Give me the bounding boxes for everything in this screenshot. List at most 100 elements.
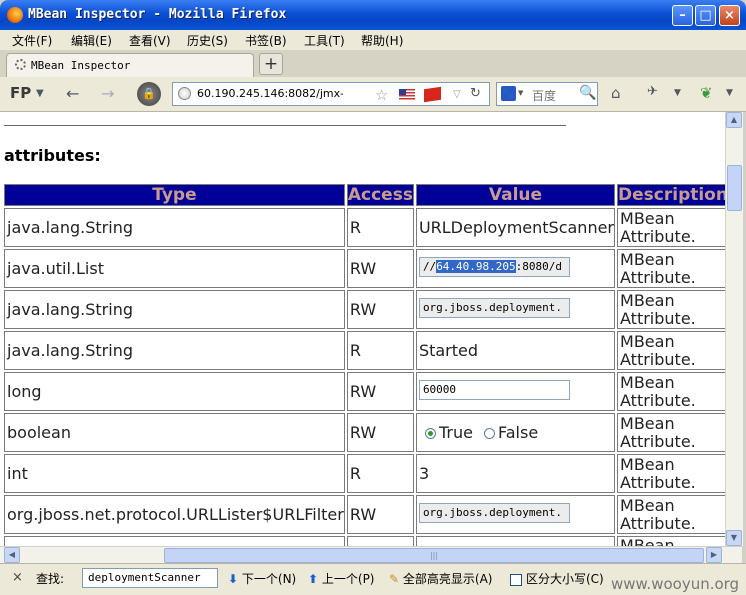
column-header-value: Value bbox=[415, 184, 616, 206]
value-input[interactable]: org.jboss.deployment. bbox=[418, 502, 570, 523]
cell-type: java.lang.String bbox=[4, 208, 345, 247]
close-button[interactable]: × bbox=[719, 5, 740, 26]
baidu-engine-icon[interactable]: 🐾 bbox=[501, 86, 516, 101]
value-input[interactable]: org.jboss.deployment. bbox=[418, 297, 570, 318]
find-next-button[interactable]: ⬇ 下一个(N) bbox=[228, 570, 296, 587]
horizontal-scrollbar[interactable]: ◀ ||| ▶ bbox=[0, 546, 742, 564]
radio-true-label[interactable]: True bbox=[439, 423, 473, 442]
value-input[interactable]: 60000 bbox=[418, 379, 570, 400]
cell-type: java.lang.String bbox=[4, 290, 345, 329]
cell-access: RW bbox=[346, 249, 414, 288]
down-arrow-icon: ⬇ bbox=[228, 572, 239, 586]
horizontal-scroll-thumb[interactable]: ||| bbox=[164, 548, 704, 563]
forward-arrow-icon[interactable]: → bbox=[101, 84, 114, 103]
vertical-scrollbar[interactable]: ▲ ▼ bbox=[725, 112, 743, 546]
scroll-down-icon[interactable]: ▼ bbox=[726, 530, 742, 546]
cell-value: 3 bbox=[415, 454, 616, 493]
cell-value: 60000 bbox=[415, 372, 616, 411]
table-row: boolean RW True False MBean Attribute. bbox=[4, 413, 725, 452]
us-flag-icon[interactable] bbox=[399, 89, 415, 100]
table-row: java.lang.String RW org.jboss.deployment… bbox=[4, 290, 725, 329]
scroll-left-icon[interactable]: ◀ bbox=[4, 547, 20, 563]
bug-addon-icon[interactable]: ✈ bbox=[647, 84, 658, 99]
menu-history[interactable]: 历史(S) bbox=[187, 32, 228, 49]
leaf-addon-icon[interactable]: ❦ bbox=[700, 84, 713, 102]
menu-tools[interactable]: 工具(T) bbox=[304, 32, 345, 49]
cell-access: RW bbox=[346, 290, 414, 329]
url-text[interactable]: 60.190.245.146:8082/jmx-console bbox=[197, 87, 343, 100]
cell-value bbox=[415, 536, 616, 546]
radio-true[interactable] bbox=[424, 428, 436, 439]
url-bar[interactable]: 60.190.245.146:8082/jmx-console ☆ ▽ ↻ bbox=[172, 82, 490, 106]
cell-access: R bbox=[346, 331, 414, 370]
column-header-access: Access bbox=[346, 184, 414, 206]
back-arrow-icon[interactable]: ← bbox=[66, 84, 79, 103]
cell-type: int bbox=[4, 454, 345, 493]
table-row: org.jboss.net.protocol.URLLister$URLFilt… bbox=[4, 495, 725, 534]
cell-type bbox=[4, 536, 345, 546]
cell-description: MBean Attribute. bbox=[617, 249, 725, 288]
find-next-label: 下一个(N) bbox=[241, 572, 297, 586]
column-header-description: Description bbox=[617, 184, 725, 206]
vertical-scroll-thumb[interactable] bbox=[727, 165, 742, 211]
table-row: java.lang.String R URLDeploymentScanner … bbox=[4, 208, 725, 247]
selected-text: 64.40.98.205 bbox=[436, 259, 516, 273]
search-box[interactable]: 🐾 ▼ 百度 🔍 bbox=[496, 82, 598, 106]
highlight-all-button[interactable]: ✎ 全部高亮显示(A) bbox=[389, 570, 492, 587]
attributes-table: Type Access Value Description java.lang.… bbox=[2, 182, 725, 546]
cell-description: MBean Attribute. bbox=[617, 413, 725, 452]
reload-icon[interactable]: ↻ bbox=[470, 86, 481, 101]
menu-help[interactable]: 帮助(H) bbox=[361, 32, 403, 49]
match-case-checkbox[interactable]: 区分大小写(C) bbox=[510, 570, 604, 587]
cell-access: R bbox=[346, 208, 414, 247]
url-list-input[interactable]: //64.40.98.205:8080/d bbox=[418, 256, 570, 277]
find-input[interactable]: deploymentScanner bbox=[82, 568, 218, 588]
cell-description: MBean Attribute. bbox=[617, 372, 725, 411]
radio-false[interactable] bbox=[484, 428, 496, 439]
maximize-button[interactable]: □ bbox=[695, 5, 716, 26]
cn-flag-icon[interactable] bbox=[424, 86, 441, 103]
checkbox-icon[interactable] bbox=[510, 573, 522, 586]
menu-bar: 文件(F) 编辑(E) 查看(V) 历史(S) 书签(B) 工具(T) 帮助(H… bbox=[0, 30, 746, 50]
find-prev-label: 上一个(P) bbox=[321, 572, 375, 586]
loading-spinner-icon bbox=[15, 59, 26, 70]
table-header-row: Type Access Value Description bbox=[4, 184, 725, 206]
table-row: int R 3 MBean Attribute. bbox=[4, 454, 725, 493]
match-case-label: 区分大小写(C) bbox=[526, 572, 604, 586]
scroll-right-icon[interactable]: ▶ bbox=[706, 547, 722, 563]
table-row: java.lang.String R Started MBean Attribu… bbox=[4, 331, 725, 370]
engine-dropdown-icon[interactable]: ▼ bbox=[518, 89, 523, 97]
home-icon[interactable]: ⌂ bbox=[611, 84, 621, 102]
fp-button[interactable]: FP bbox=[10, 84, 31, 102]
minimize-button[interactable]: – bbox=[672, 5, 693, 26]
find-prev-button[interactable]: ⬆ 上一个(P) bbox=[308, 570, 375, 587]
cell-access: R bbox=[346, 454, 414, 493]
find-close-icon[interactable]: × bbox=[12, 570, 23, 585]
bookmark-star-icon[interactable]: ☆ bbox=[375, 86, 388, 104]
new-tab-button[interactable]: + bbox=[259, 53, 283, 75]
menu-bookmarks[interactable]: 书签(B) bbox=[245, 32, 287, 49]
cell-value: URLDeploymentScanner bbox=[415, 208, 616, 247]
highlight-all-label: 全部高亮显示(A) bbox=[402, 572, 493, 586]
addon-menu-dropdown-icon[interactable]: ▼ bbox=[726, 88, 733, 98]
up-arrow-icon: ⬆ bbox=[308, 572, 319, 586]
scroll-up-icon[interactable]: ▲ bbox=[726, 112, 742, 128]
menu-edit[interactable]: 编辑(E) bbox=[71, 32, 112, 49]
radio-false-label[interactable]: False bbox=[498, 423, 538, 442]
window-title: MBean Inspector - Mozilla Firefox bbox=[28, 7, 287, 22]
lock-icon[interactable]: 🔒 bbox=[137, 82, 161, 106]
search-icon[interactable]: 🔍 bbox=[579, 85, 596, 101]
tab-mbean-inspector[interactable]: MBean Inspector bbox=[6, 53, 254, 77]
value-suffix: :8080/d bbox=[515, 259, 563, 273]
highlighter-icon: ✎ bbox=[389, 572, 400, 586]
cell-type: boolean bbox=[4, 413, 345, 452]
menu-file[interactable]: 文件(F) bbox=[12, 32, 52, 49]
cell-value: org.jboss.deployment. bbox=[415, 290, 616, 329]
divider bbox=[4, 125, 566, 126]
menu-view[interactable]: 查看(V) bbox=[129, 32, 171, 49]
addon-dropdown-icon[interactable]: ▼ bbox=[674, 88, 681, 98]
fp-dropdown-icon[interactable]: ▼ bbox=[36, 88, 44, 99]
url-dropdown-icon[interactable]: ▽ bbox=[453, 89, 461, 100]
search-placeholder: 百度 bbox=[532, 89, 557, 103]
watermark: www.wooyun.org bbox=[611, 575, 740, 593]
